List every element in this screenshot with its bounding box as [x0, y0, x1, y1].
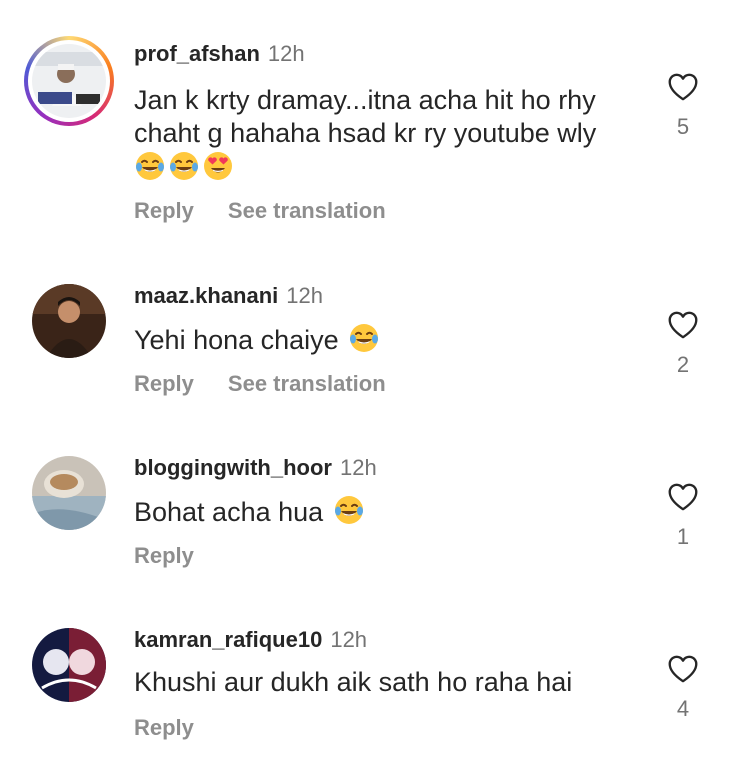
see-translation-button[interactable]: See translation [228, 198, 386, 223]
joy-emoji [333, 494, 365, 526]
comment-text: Bohat acha hua [134, 494, 654, 529]
avatar[interactable] [32, 456, 106, 530]
like-count: 4 [676, 696, 690, 721]
like-count: 1 [676, 524, 690, 549]
reply-button[interactable]: Reply [134, 371, 194, 396]
heart-icon[interactable] [666, 308, 700, 342]
comment-header: kamran_rafique10 12h [134, 626, 367, 654]
comment-text-line: Jan k krty dramay...itna acha hit ho rhy [134, 85, 596, 115]
joy-emoji [134, 150, 166, 182]
username[interactable]: bloggingwith_hoor [134, 455, 332, 480]
reply-button[interactable]: Reply [134, 543, 194, 568]
like-column: 5 [660, 70, 706, 140]
like-count: 5 [676, 114, 690, 139]
comment-actions: Reply See translation [134, 197, 386, 225]
timestamp: 12h [286, 283, 323, 308]
comment-header: bloggingwith_hoor 12h [134, 454, 377, 482]
username[interactable]: prof_afshan [134, 41, 260, 66]
heart-eyes-emoji [202, 150, 234, 182]
comment-text: Yehi hona chaiye [134, 322, 654, 357]
story-ring[interactable] [24, 36, 114, 126]
heart-icon[interactable] [666, 70, 700, 104]
comment-text-line: chaht g hahaha hsad kr ry youtube wly [134, 118, 597, 148]
reply-button[interactable]: Reply [134, 198, 194, 223]
comment-actions: Reply See translation [134, 370, 386, 398]
comment-text-line: Bohat acha hua [134, 497, 324, 527]
heart-icon[interactable] [666, 480, 700, 514]
avatar[interactable] [32, 628, 106, 702]
comment-actions: Reply [134, 714, 194, 742]
emoji-row [134, 150, 654, 184]
comment-text-line: Yehi hona chaiye [134, 325, 339, 355]
timestamp: 12h [267, 41, 305, 66]
comment-actions: Reply [134, 542, 194, 570]
joy-emoji [168, 150, 200, 182]
comment-text: Khushi aur dukh aik sath ho raha hai [134, 666, 654, 699]
comment-text-line: Khushi aur dukh aik sath ho raha hai [134, 667, 573, 697]
comment-text: Jan k krty dramay...itna acha hit ho rhy… [134, 84, 654, 184]
like-column: 4 [660, 652, 706, 722]
avatar[interactable] [32, 284, 106, 358]
avatar[interactable] [32, 44, 106, 118]
username[interactable]: kamran_rafique10 [134, 627, 322, 652]
like-column: 2 [660, 308, 706, 378]
comment-header: prof_afshan 12h [134, 40, 305, 68]
timestamp: 12h [330, 627, 368, 652]
see-translation-button[interactable]: See translation [228, 371, 386, 396]
timestamp: 12h [339, 455, 377, 480]
like-count: 2 [676, 352, 690, 377]
comment-header: maaz.khanani 12h [134, 282, 323, 310]
heart-icon[interactable] [666, 652, 700, 686]
joy-emoji [348, 322, 380, 354]
like-column: 1 [660, 480, 706, 550]
reply-button[interactable]: Reply [134, 715, 194, 740]
username[interactable]: maaz.khanani [134, 283, 278, 308]
